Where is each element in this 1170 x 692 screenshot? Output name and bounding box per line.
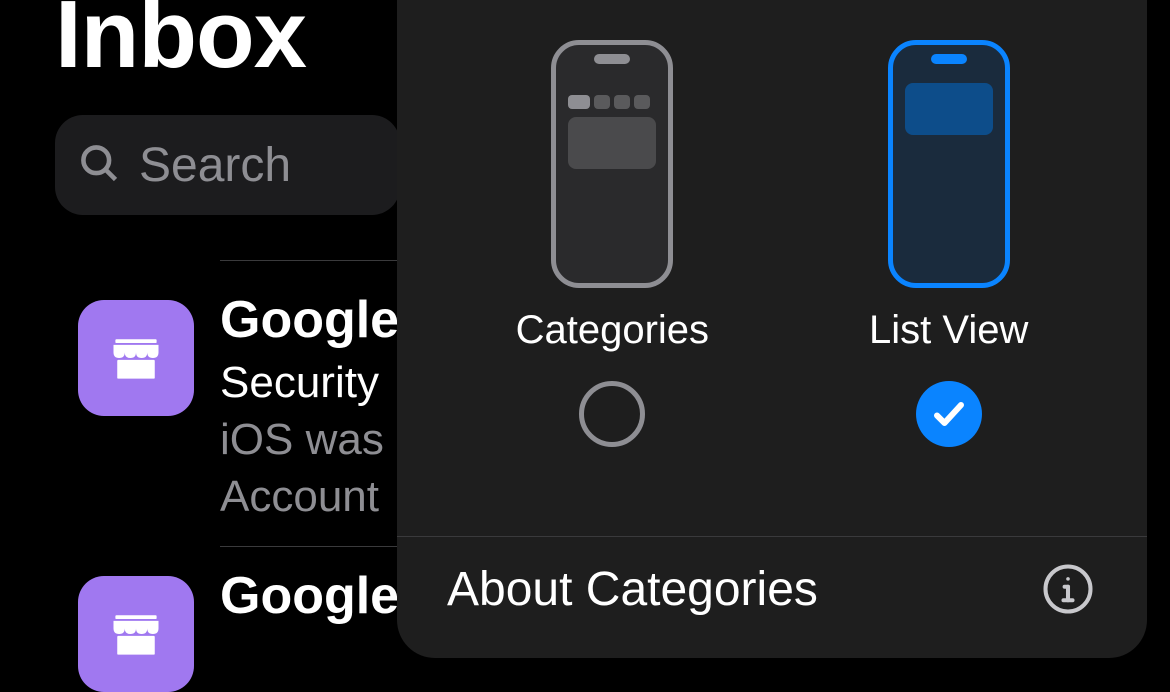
email-subject: Security xyxy=(220,354,400,411)
radio-selected xyxy=(916,381,982,447)
about-categories-row[interactable]: About Categories xyxy=(397,560,1147,618)
phone-content xyxy=(568,117,656,169)
email-sender: Google xyxy=(220,290,400,350)
search-input[interactable]: Search xyxy=(55,115,400,215)
phone-content xyxy=(905,83,993,135)
phone-tabs xyxy=(568,95,650,109)
view-options-sheet: Categories List View About Categories xyxy=(397,0,1147,658)
email-preview: Account xyxy=(220,468,400,525)
search-placeholder: Search xyxy=(139,138,291,193)
divider xyxy=(397,536,1147,537)
divider xyxy=(220,546,400,547)
divider xyxy=(220,260,400,261)
avatar xyxy=(78,300,194,416)
email-preview: iOS was xyxy=(220,411,400,468)
email-content: Google xyxy=(220,566,400,626)
phone-mockup-categories xyxy=(551,40,673,288)
view-option-label: Categories xyxy=(516,308,709,353)
phone-mockup-list-view xyxy=(888,40,1010,288)
email-sender: Google xyxy=(220,566,400,626)
checkmark-icon xyxy=(931,396,967,432)
search-icon xyxy=(77,141,121,190)
avatar xyxy=(78,576,194,692)
view-options-group: Categories List View xyxy=(397,0,1147,447)
store-icon xyxy=(106,328,166,388)
email-content: Google Security iOS was Account xyxy=(220,290,400,526)
list-item[interactable]: Google Security iOS was Account xyxy=(0,260,400,546)
view-option-categories[interactable]: Categories xyxy=(516,40,709,447)
store-icon xyxy=(106,604,166,664)
radio-unselected xyxy=(579,381,645,447)
view-option-label: List View xyxy=(869,308,1028,353)
page-title: Inbox xyxy=(55,0,306,90)
email-list: Google Security iOS was Account Google xyxy=(0,260,400,650)
phone-notch xyxy=(594,54,630,64)
list-item[interactable]: Google xyxy=(0,546,400,650)
phone-notch xyxy=(931,54,967,64)
view-option-list-view[interactable]: List View xyxy=(869,40,1028,447)
about-categories-label: About Categories xyxy=(447,562,818,617)
info-icon xyxy=(1039,560,1097,618)
